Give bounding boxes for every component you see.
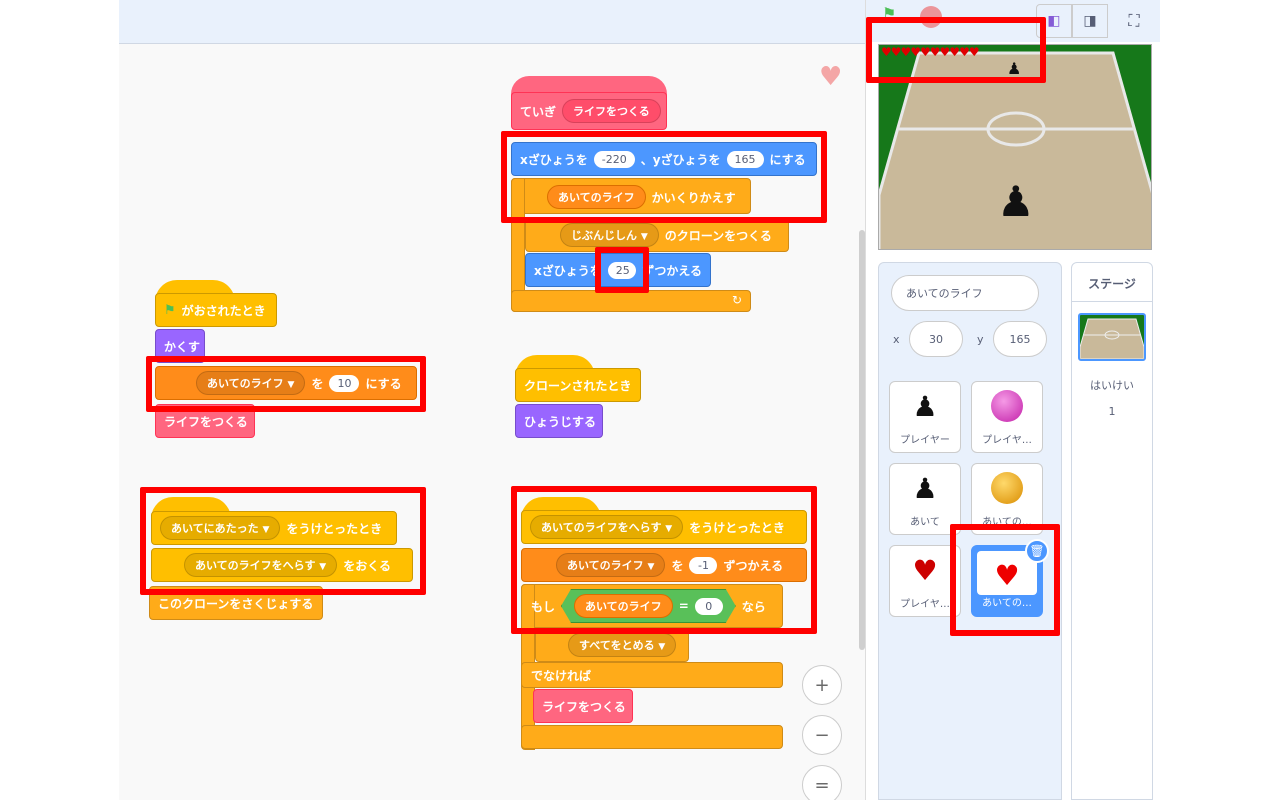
sprite-x-field[interactable]: 30	[909, 321, 963, 357]
sprite-tile-opponent[interactable]: ♟ あいて	[889, 463, 961, 535]
sprite-tile-opponent-life-selected[interactable]: ♥ あいての… 🗑	[971, 539, 1049, 617]
delete-clone-block[interactable]: このクローンをさくじょする	[149, 586, 323, 620]
when-receive-hit-block[interactable]: あいてにあたった ▼ をうけとったとき	[151, 511, 397, 545]
zoom-out-button[interactable]: −	[802, 715, 842, 755]
workspace-scrollbar[interactable]	[859, 230, 865, 650]
opponent-sprite-icon: ♟	[1007, 59, 1022, 78]
current-sprite-heart-icon: ♥	[819, 62, 843, 92]
make-life-call-block-2[interactable]: ライフをつくる	[533, 689, 633, 723]
make-life-call-block-1[interactable]: ライフをつくる	[155, 404, 255, 438]
stop-option-dropdown[interactable]: すべてをとめる ▼	[568, 633, 677, 657]
if-value-input[interactable]: 0	[695, 598, 723, 615]
zoom-out-icon: −	[814, 724, 830, 746]
create-clone-block[interactable]: じぶんじしん ▼ のクローンをつくる	[525, 218, 789, 252]
y-label: y	[977, 333, 984, 346]
change-x-input[interactable]: 25	[607, 261, 637, 279]
repeat-header: あいてのライフ かいくりかえす	[539, 180, 749, 214]
small-stage-mode-icon[interactable]: ◧	[1036, 4, 1072, 38]
sprite-tile-player-life[interactable]: ♥ プレイヤ…	[889, 545, 961, 617]
workspace-top-bar	[119, 0, 865, 44]
delete-sprite-icon[interactable]: 🗑	[1025, 539, 1049, 563]
change-variable-dropdown[interactable]: あいてのライフ ▼	[556, 553, 666, 577]
if-else-bottom	[521, 725, 783, 749]
divider	[1072, 301, 1152, 302]
sprite-tile-player-ball[interactable]: プレイヤ…	[971, 381, 1043, 453]
if-header: もし あいてのライフ = 0 なら	[523, 588, 783, 624]
player-sprite-icon: ♟	[997, 177, 1035, 226]
orange-ball-icon	[972, 472, 1042, 512]
goto-xy-block[interactable]: xざひょうを -220 、yざひょうを 165 にする	[511, 142, 817, 176]
equals-operator[interactable]: あいてのライフ = 0	[561, 589, 736, 623]
else-label: でなければ	[531, 668, 592, 683]
hide-block[interactable]: かくす	[155, 329, 205, 363]
when-flag-clicked-block[interactable]: ⚑ がおされたとき	[155, 293, 277, 327]
zoom-in-button[interactable]: +	[802, 665, 842, 705]
x-label: x	[893, 333, 900, 346]
sprite-tile-player[interactable]: ♟ プレイヤー	[889, 381, 961, 453]
heart-icon: ♥	[994, 559, 1020, 592]
sprite-tile-opponent-ball[interactable]: あいての…	[971, 463, 1043, 535]
opponent-figure-icon: ♟	[912, 472, 938, 505]
player-figure-icon: ♟	[912, 390, 938, 423]
repeat-block-bottom: ↻	[511, 290, 751, 312]
goto-y-input[interactable]: 165	[726, 150, 764, 168]
repeat-arrow-icon: ↻	[731, 293, 742, 307]
stage-pane-title: ステージ	[1088, 277, 1136, 291]
normal-stage-mode-icon[interactable]: ◨	[1072, 4, 1108, 38]
stop-block[interactable]: すべてをとめる ▼	[535, 628, 689, 662]
clone-target-dropdown[interactable]: じぶんじしん ▼	[560, 223, 659, 247]
code-workspace[interactable]: ♥ ⚑ がおされたとき かくす あいてのライフ ▼ を 10 にする ライフをつ…	[119, 0, 866, 800]
court-thumbnail	[1080, 318, 1144, 359]
heart-icon: ♥	[912, 554, 938, 587]
set-variable-block[interactable]: あいてのライフ ▼ を 10 にする	[155, 366, 417, 400]
backdrop-thumbnail[interactable]	[1078, 313, 1146, 361]
stop-sign-icon[interactable]	[920, 6, 942, 28]
message-dropdown[interactable]: あいてにあたった ▼	[160, 516, 281, 540]
broadcast-message-dropdown[interactable]: あいてのライフをへらす ▼	[184, 553, 338, 577]
life-hearts-row: ♥♥♥♥♥♥♥♥♥♥	[881, 45, 980, 59]
backdrop-count: 1	[1108, 405, 1116, 418]
when-clone-start-block[interactable]: クローンされたとき	[515, 368, 641, 402]
zoom-in-icon: +	[814, 674, 830, 696]
variable-dropdown[interactable]: あいてのライフ ▼	[196, 371, 306, 395]
change-value-input[interactable]: -1	[689, 556, 718, 574]
when-receive-reduce-block[interactable]: あいてのライフをへらす ▼ をうけとったとき	[521, 510, 807, 544]
stage-pane[interactable]: ステージ はいけい 1	[1071, 262, 1153, 800]
change-x-block[interactable]: xざひょうを 25 ずつかえる	[525, 253, 711, 287]
define-block[interactable]: ていぎ ライフをつくる	[511, 92, 667, 130]
backdrop-label: はいけい	[1090, 379, 1134, 392]
stage-header: ⚑ ◧ ◨ ⛶	[866, 0, 1160, 42]
set-value-input[interactable]: 10	[329, 374, 360, 392]
reduce-message-dropdown[interactable]: あいてのライフをへらす ▼	[530, 515, 684, 539]
sprite-name-field[interactable]: あいてのライフ	[891, 275, 1039, 311]
if-variable-reporter[interactable]: あいてのライフ	[574, 594, 673, 618]
green-flag-run-icon[interactable]: ⚑	[882, 4, 896, 23]
green-flag-icon: ⚑	[164, 302, 176, 318]
stage-canvas[interactable]: ♥♥♥♥♥♥♥♥♥♥ ♟ ♟	[878, 44, 1152, 250]
pink-ball-icon	[972, 390, 1042, 430]
sprite-pane: あいてのライフ x 30 y 165 ♟ プレイヤー プレイヤ… ♟ あいて あ…	[878, 262, 1062, 800]
goto-x-input[interactable]: -220	[593, 150, 635, 168]
repeat-count-reporter[interactable]: あいてのライフ	[547, 185, 646, 209]
define-name-label: ライフをつくる	[562, 99, 661, 123]
show-block[interactable]: ひょうじする	[515, 404, 603, 438]
zoom-reset-icon: =	[814, 774, 830, 796]
zoom-reset-button[interactable]: =	[802, 765, 842, 800]
sprite-y-field[interactable]: 165	[993, 321, 1047, 357]
fullscreen-icon[interactable]: ⛶	[1116, 4, 1152, 38]
change-variable-block[interactable]: あいてのライフ ▼ を -1 ずつかえる	[521, 548, 807, 582]
broadcast-block[interactable]: あいてのライフをへらす ▼ をおくる	[151, 548, 413, 582]
